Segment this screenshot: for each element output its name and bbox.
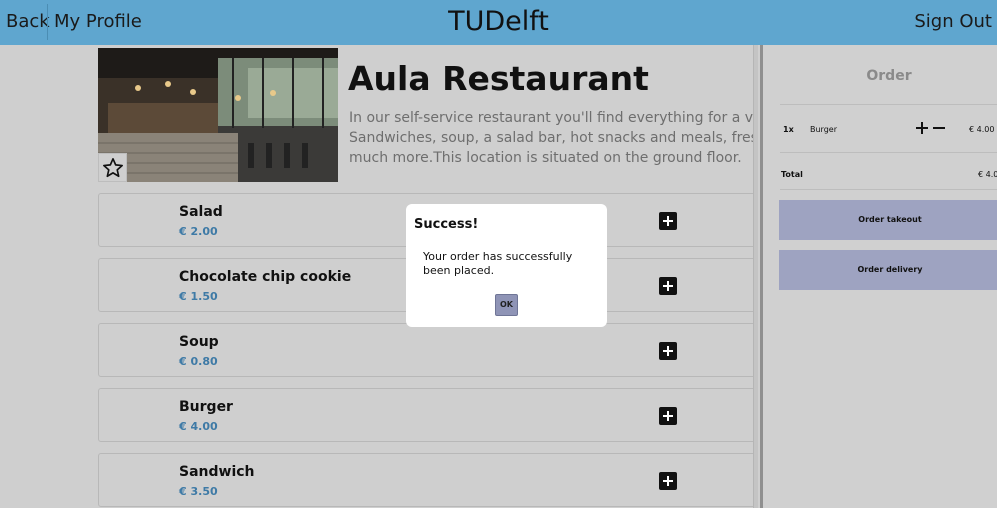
restaurant-photo-image bbox=[98, 48, 338, 182]
order-divider bbox=[780, 104, 997, 105]
menu-item-name: Salad bbox=[179, 204, 223, 220]
star-icon bbox=[102, 157, 123, 177]
dialog-title: Success! bbox=[414, 217, 479, 232]
menu-scrollbar[interactable] bbox=[753, 45, 758, 508]
add-item-button[interactable] bbox=[659, 212, 677, 230]
top-bar: Back My Profile TUDelft Sign Out bbox=[0, 0, 997, 45]
my-profile-button[interactable]: My Profile bbox=[54, 0, 142, 45]
sign-out-button[interactable]: Sign Out bbox=[914, 0, 992, 45]
order-divider bbox=[780, 189, 997, 190]
ok-button[interactable]: OK bbox=[495, 294, 518, 316]
menu-item-price: € 2.00 bbox=[179, 225, 218, 238]
back-button[interactable]: Back bbox=[6, 0, 50, 45]
order-delivery-button[interactable]: Order delivery bbox=[779, 250, 997, 290]
description-line: Sandwiches, soup, a salad bar, hot snack… bbox=[349, 130, 755, 146]
restaurant-main: Aula Restaurant In our self-service rest… bbox=[0, 45, 762, 508]
success-dialog: Success! Your order has successfully bee… bbox=[406, 204, 607, 327]
header-divider bbox=[47, 4, 48, 40]
increase-qty-button[interactable] bbox=[916, 122, 928, 134]
add-item-button[interactable] bbox=[659, 277, 677, 295]
menu-item-sandwich: Sandwich € 3.50 bbox=[98, 453, 758, 507]
add-item-button[interactable] bbox=[659, 407, 677, 425]
order-line-name: Burger bbox=[810, 125, 837, 134]
order-total-value: € 4.00 bbox=[978, 170, 997, 179]
description-line: much more.This location is situated on t… bbox=[349, 150, 742, 166]
menu-item-price: € 0.80 bbox=[179, 355, 218, 368]
menu-item-soup: Soup € 0.80 bbox=[98, 323, 758, 377]
restaurant-description: In our self-service restaurant you'll fi… bbox=[349, 108, 755, 168]
description-line: In our self-service restaurant you'll fi… bbox=[349, 110, 755, 126]
favorite-star-button[interactable] bbox=[98, 153, 127, 182]
menu-item-price: € 4.00 bbox=[179, 420, 218, 433]
menu-item-price: € 1.50 bbox=[179, 290, 218, 303]
menu-item-name: Soup bbox=[179, 334, 219, 350]
menu-item-price: € 3.50 bbox=[179, 485, 218, 498]
restaurant-name: Aula Restaurant bbox=[348, 59, 649, 98]
add-item-button[interactable] bbox=[659, 472, 677, 490]
decrease-qty-button[interactable] bbox=[933, 122, 945, 134]
order-line-qty: 1x bbox=[783, 125, 794, 134]
order-line-price: € 4.00 bbox=[969, 125, 995, 134]
menu-item-name: Sandwich bbox=[179, 464, 255, 480]
dialog-message: Your order has successfully been placed. bbox=[423, 250, 573, 277]
add-item-button[interactable] bbox=[659, 342, 677, 360]
order-title: Order bbox=[866, 68, 912, 84]
order-takeout-button[interactable]: Order takeout bbox=[779, 200, 997, 240]
menu-item-name: Chocolate chip cookie bbox=[179, 269, 352, 285]
restaurant-photo bbox=[98, 48, 338, 182]
order-panel: Order 1x Burger € 4.00 Total € 4.00 Orde… bbox=[763, 45, 997, 508]
menu-item-name: Burger bbox=[179, 399, 233, 415]
order-total-label: Total bbox=[781, 170, 803, 179]
brand-title: TUDelft bbox=[448, 6, 549, 37]
order-divider bbox=[780, 152, 997, 153]
menu-item-burger: Burger € 4.00 bbox=[98, 388, 758, 442]
